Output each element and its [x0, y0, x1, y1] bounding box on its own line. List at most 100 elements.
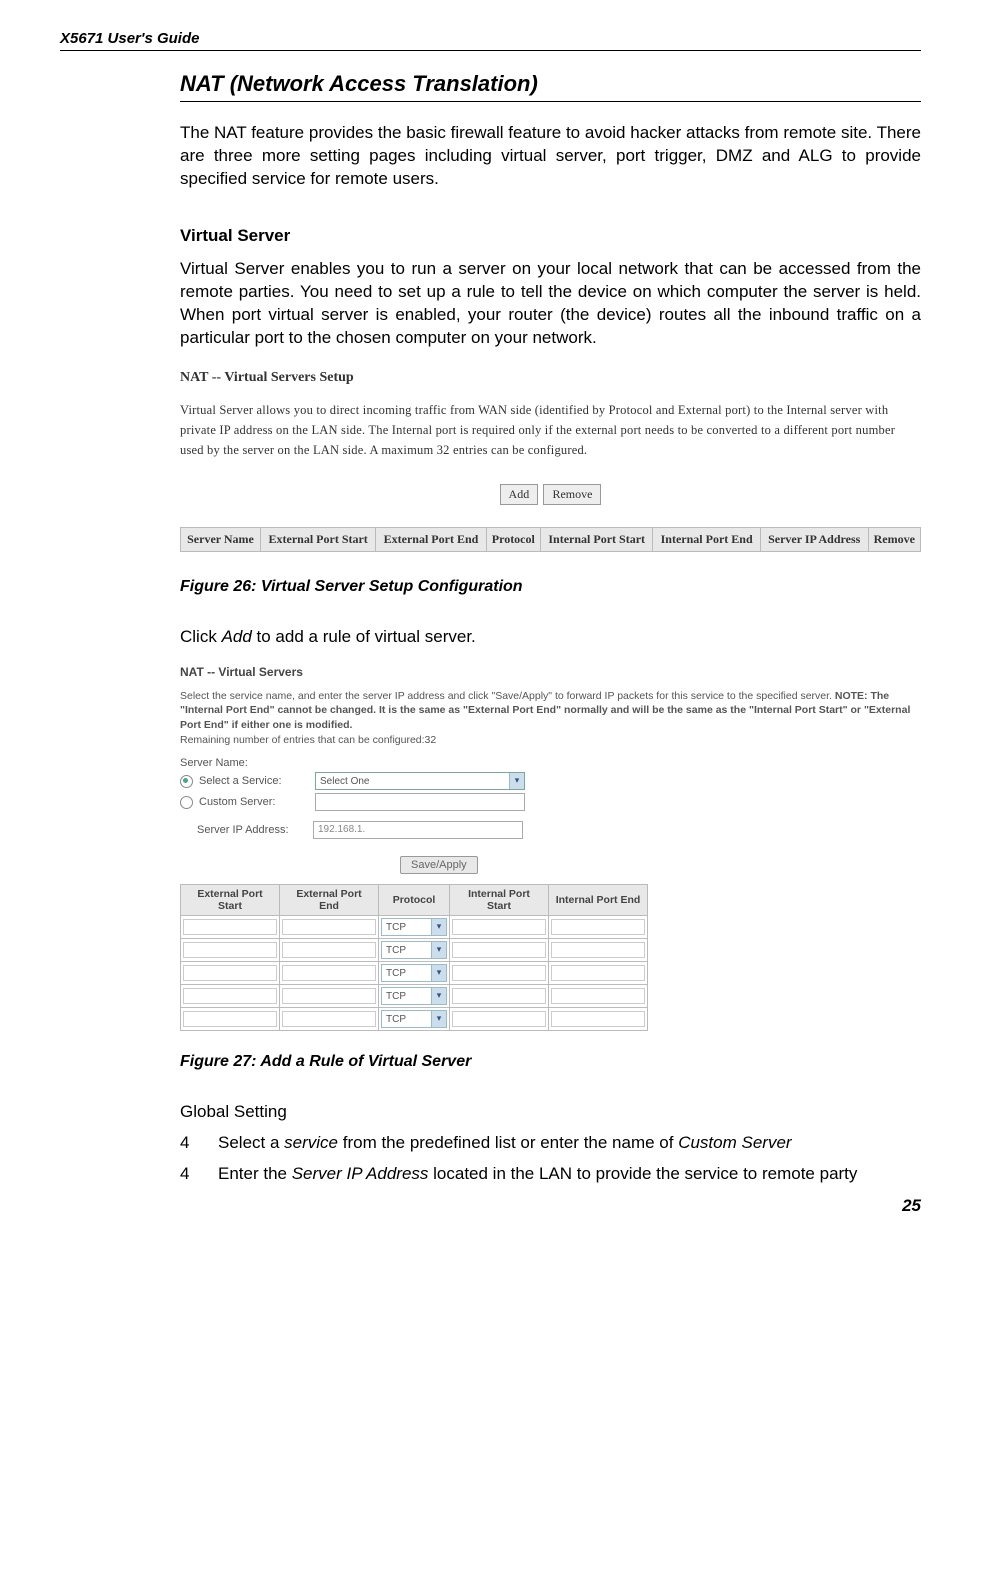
click-add-paragraph: Click Add to add a rule of virtual serve… [180, 626, 921, 649]
global-setting-heading: Global Setting [180, 1101, 921, 1124]
port-input[interactable] [551, 942, 645, 958]
list-item: 4Select a service from the predefined li… [180, 1132, 921, 1155]
fig27-table-header: External Port End [280, 885, 379, 916]
virtual-server-paragraph: Virtual Server enables you to run a serv… [180, 258, 921, 350]
list-item: 4Enter the Server IP Address located in … [180, 1163, 921, 1186]
protocol-select[interactable]: TCP▾ [381, 1010, 447, 1028]
port-input[interactable] [551, 1011, 645, 1027]
protocol-select[interactable]: TCP▾ [381, 918, 447, 936]
port-input[interactable] [551, 965, 645, 981]
port-input[interactable] [282, 919, 376, 935]
port-input[interactable] [183, 965, 277, 981]
figure-27-screenshot: NAT -- Virtual Servers Select the servic… [180, 661, 921, 1036]
select-service-label: Select a Service: [199, 775, 309, 787]
table-cell [549, 985, 648, 1008]
fig26-table-header: External Port End [376, 527, 486, 551]
port-input[interactable] [452, 965, 546, 981]
table-cell [181, 985, 280, 1008]
custom-server-label: Custom Server: [199, 796, 309, 808]
figure-26-caption: Figure 26: Virtual Server Setup Configur… [180, 578, 921, 596]
custom-server-radio[interactable] [180, 796, 193, 809]
dropdown-arrow-icon: ▾ [509, 773, 524, 789]
list-text: Select a service from the predefined lis… [218, 1132, 792, 1155]
table-cell: TCP▾ [379, 916, 450, 939]
fig27-table-header: Protocol [379, 885, 450, 916]
port-input[interactable] [452, 988, 546, 1004]
port-input[interactable] [183, 988, 277, 1004]
fig26-description: Virtual Server allows you to direct inco… [180, 400, 921, 460]
port-input[interactable] [282, 965, 376, 981]
service-select[interactable]: Select One ▾ [315, 772, 525, 790]
dropdown-arrow-icon: ▾ [431, 965, 446, 981]
port-input[interactable] [282, 942, 376, 958]
fig27-remaining: Remaining number of entries that can be … [180, 734, 436, 746]
port-input[interactable] [282, 988, 376, 1004]
figure-27-caption: Figure 27: Add a Rule of Virtual Server [180, 1053, 921, 1071]
port-input[interactable] [551, 919, 645, 935]
table-cell [450, 985, 549, 1008]
emphasis: service [284, 1133, 338, 1152]
fig26-table-header: Server Name [181, 527, 261, 551]
emphasis: Server IP Address [292, 1164, 429, 1183]
server-ip-input[interactable]: 192.168.1. [313, 821, 523, 839]
table-cell [181, 939, 280, 962]
fig27-table-header: Internal Port End [549, 885, 648, 916]
table-cell [181, 916, 280, 939]
dropdown-arrow-icon: ▾ [431, 919, 446, 935]
table-cell [181, 1008, 280, 1031]
table-cell [549, 939, 648, 962]
fig26-table-header: Server IP Address [760, 527, 868, 551]
fig26-table-header: Protocol [486, 527, 540, 551]
page-number: 25 [60, 1196, 921, 1216]
port-input[interactable] [183, 1011, 277, 1027]
click-pre: Click [180, 627, 222, 646]
dropdown-arrow-icon: ▾ [431, 1011, 446, 1027]
fig27-table: External Port StartExternal Port EndProt… [180, 884, 648, 1031]
table-row: TCP▾ [181, 962, 648, 985]
table-cell [549, 1008, 648, 1031]
fig26-table-header: Internal Port Start [540, 527, 652, 551]
table-row: TCP▾ [181, 939, 648, 962]
global-setting-list: 4Select a service from the predefined li… [180, 1132, 921, 1186]
intro-paragraph: The NAT feature provides the basic firew… [180, 122, 921, 191]
save-apply-button[interactable]: Save/Apply [400, 856, 478, 874]
port-input[interactable] [551, 988, 645, 1004]
service-select-value: Select One [320, 776, 369, 787]
port-input[interactable] [183, 942, 277, 958]
table-cell: TCP▾ [379, 985, 450, 1008]
fig26-table-header: External Port Start [261, 527, 376, 551]
port-input[interactable] [452, 942, 546, 958]
fig27-desc-plain: Select the service name, and enter the s… [180, 690, 835, 702]
fig26-table: Server NameExternal Port StartExternal P… [180, 527, 921, 552]
table-row: TCP▾ [181, 985, 648, 1008]
protocol-select[interactable]: TCP▾ [381, 964, 447, 982]
table-cell [280, 939, 379, 962]
table-cell [549, 916, 648, 939]
port-input[interactable] [452, 1011, 546, 1027]
fig26-table-header: Remove [868, 527, 920, 551]
port-input[interactable] [183, 919, 277, 935]
custom-server-input[interactable] [315, 793, 525, 811]
fig27-description: Select the service name, and enter the s… [180, 689, 921, 748]
list-number: 4 [180, 1163, 218, 1186]
click-post: to add a rule of virtual server. [252, 627, 476, 646]
dropdown-arrow-icon: ▾ [431, 942, 446, 958]
page-header: X5671 User's Guide [60, 30, 921, 51]
list-number: 4 [180, 1132, 218, 1155]
server-ip-label: Server IP Address: [197, 824, 307, 836]
table-cell [450, 939, 549, 962]
figure-26-screenshot: NAT -- Virtual Servers Setup Virtual Ser… [180, 362, 921, 560]
protocol-select[interactable]: TCP▾ [381, 941, 447, 959]
select-service-radio[interactable] [180, 775, 193, 788]
table-cell [450, 916, 549, 939]
add-button[interactable]: Add [500, 484, 539, 505]
table-cell [450, 1008, 549, 1031]
fig26-title: NAT -- Virtual Servers Setup [180, 370, 921, 386]
header-text: X5671 User's Guide [60, 30, 199, 47]
table-cell [280, 1008, 379, 1031]
remove-button[interactable]: Remove [543, 484, 601, 505]
port-input[interactable] [452, 919, 546, 935]
port-input[interactable] [282, 1011, 376, 1027]
protocol-select[interactable]: TCP▾ [381, 987, 447, 1005]
fig27-table-header: Internal Port Start [450, 885, 549, 916]
